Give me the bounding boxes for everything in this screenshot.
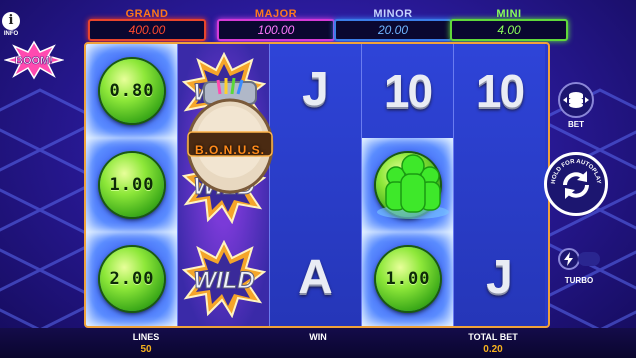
reel-5-cell-3: J [454,232,545,326]
jackpot-grand: GRAND 400.00 [84,2,210,41]
svg-text:HOLD FOR AUTOPLAY: HOLD FOR AUTOPLAY [551,159,601,184]
reel-1: 0.80 1.00 2.00 [86,44,177,326]
bottom-bar: LINES 50 WIN TOTAL BET 0.20 [0,328,636,358]
jackpot-major: MAJOR 100.00 [213,2,339,41]
reel-frame: 0.80 1.00 2.00 WILD WILD [84,42,550,328]
lines-label: LINES [132,332,160,342]
cash-orb: 2.00 [100,247,164,311]
turbo-toggle[interactable] [578,252,600,266]
lightning-icon [564,252,573,266]
info-icon[interactable]: i [2,12,20,30]
turbo-button[interactable] [558,248,580,270]
info-label: INFO [3,31,19,37]
jackpot-mini: MINI 4.00 [446,2,572,41]
symbol-a: A [298,251,333,304]
bonus-label: B.O.N.U.S. [194,143,265,157]
jackpot-mini-value: 4.00 [450,19,568,41]
cash-value: 0.80 [109,81,155,101]
boom-logo-text: BOOM! [15,55,53,67]
wild-text: WILD [193,267,254,294]
cash-orb: 1.00 [100,153,164,217]
symbol-j: J [486,251,513,304]
reel-4-cell-1: 10 [362,44,453,138]
cash-value: 1.00 [109,175,155,195]
reel-5: 10 J [454,44,545,326]
bet-label: BET [568,120,584,129]
reel-3-cell-1: J [270,44,361,138]
jackpot-grand-value: 400.00 [88,19,206,41]
jackpot-minor: MINOR 20.00 [330,2,456,41]
jackpot-minor-value: 20.00 [334,19,452,41]
turbo-label: TURBO [564,276,594,285]
boom-logo: BOOM! [4,40,64,80]
lines-value: 50 [140,344,152,355]
coin-stack-icon [563,92,589,108]
symbol-j: J [302,63,329,116]
total-bet-label: TOTAL BET [468,332,518,342]
win-label: WIN [309,332,327,342]
symbol-10: 10 [383,65,433,117]
autoplay-icon: HOLD FOR AUTOPLAY [551,159,601,199]
gummy-figures-symbol [377,154,449,219]
reel-4-cell-3: 1.00 [362,232,453,326]
spin-button[interactable]: HOLD FOR AUTOPLAY [544,152,608,216]
cash-orb: 0.80 [100,59,164,123]
wild-symbol: WILD [182,240,266,318]
reel-5-cell-1: 10 [454,44,545,138]
cash-value: 2.00 [109,269,155,289]
cash-value: 1.00 [385,269,431,289]
autoplay-label: HOLD FOR AUTOPLAY [551,159,601,184]
jackpot-major-value: 100.00 [217,19,335,41]
reel-3: J A [270,44,361,326]
reel-1-cell-3: 2.00 [86,232,177,326]
cash-orb: 1.00 [376,247,440,311]
reel-1-cell-1: 0.80 [86,44,177,138]
reel-1-cell-2: 1.00 [86,138,177,232]
reel-3-cell-3: A [270,232,361,326]
reel-2-cell-3: WILD [178,232,269,326]
bonus-jar-symbol [186,77,274,194]
bet-button[interactable] [558,82,594,118]
total-bet-value: 0.20 [483,344,503,355]
symbol-10: 10 [475,65,525,117]
